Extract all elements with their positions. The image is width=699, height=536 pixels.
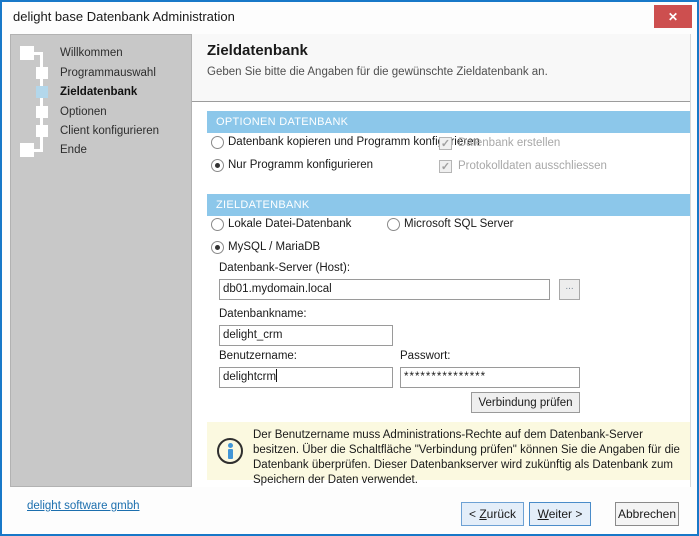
page-subtitle: Geben Sie bitte die Angaben für die gewü… <box>207 66 548 78</box>
host-input[interactable]: db01.mydomain.local <box>219 279 550 300</box>
step-marker-square <box>36 125 48 137</box>
checkbox-label-protokolldaten-ausschliessen: Protokolldaten ausschliessen <box>458 160 607 172</box>
next-button[interactable]: Weiter > <box>529 502 591 526</box>
step-marker-square-active <box>36 86 48 98</box>
info-text: Der Benutzername muss Administrations-Re… <box>253 428 683 488</box>
host-field-label: Datenbank-Server (Host): <box>219 262 350 274</box>
page-header: Zieldatenbank Geben Sie bitte die Angabe… <box>192 34 690 102</box>
checkbox-label-datenbank-erstellen: Datenbank erstellen <box>458 137 560 149</box>
page-title: Zieldatenbank <box>207 42 308 59</box>
step-marker-square <box>20 143 34 157</box>
checkbox-protokolldaten-ausschliessen <box>439 160 452 173</box>
step-marker-square <box>36 106 48 118</box>
close-button[interactable]: ✕ <box>654 5 692 28</box>
password-input[interactable]: *************** <box>400 367 580 388</box>
titlebar: delight base Datenbank Administration ✕ <box>2 2 697 32</box>
step-marker-square <box>20 46 34 60</box>
checkbox-datenbank-erstellen <box>439 137 452 150</box>
radio-label-nur-programm[interactable]: Nur Programm konfigurieren <box>228 159 373 171</box>
text-cursor <box>276 369 277 382</box>
radio-microsoft-sql-server[interactable] <box>387 218 400 231</box>
wizard-dialog: delight base Datenbank Administration ✕ … <box>0 0 699 536</box>
dbname-input[interactable]: delight_crm <box>219 325 393 346</box>
browse-button[interactable]: ... <box>559 279 580 300</box>
back-button[interactable]: < Zurück <box>461 502 524 526</box>
username-field-label: Benutzername: <box>219 350 297 362</box>
wizard-steps-sidebar: Willkommen Programmauswahl Zieldatenbank… <box>10 34 192 487</box>
check-connection-button[interactable]: Verbindung prüfen <box>471 392 580 413</box>
vendor-link[interactable]: delight software gmbh <box>27 500 140 512</box>
section-header-optionen-datenbank: OPTIONEN DATENBANK <box>207 111 690 133</box>
section-header-zieldatenbank: ZIELDATENBANK <box>207 194 690 216</box>
username-input[interactable]: delightcrm <box>219 367 393 388</box>
radio-mysql-mariadb[interactable] <box>211 241 224 254</box>
close-icon: ✕ <box>668 10 678 24</box>
password-field-label: Passwort: <box>400 350 451 362</box>
radio-label-lokale-datei-datenbank[interactable]: Lokale Datei-Datenbank <box>228 218 351 230</box>
info-box: Der Benutzername muss Administrations-Re… <box>207 422 690 480</box>
info-icon <box>217 438 243 464</box>
radio-label-microsoft-sql-server[interactable]: Microsoft SQL Server <box>404 218 514 230</box>
window-title: delight base Datenbank Administration <box>13 9 235 24</box>
cancel-button[interactable]: Abbrechen <box>615 502 679 526</box>
radio-datenbank-kopieren[interactable] <box>211 136 224 149</box>
radio-nur-programm[interactable] <box>211 159 224 172</box>
dbname-field-label: Datenbankname: <box>219 308 307 320</box>
radio-lokale-datei-datenbank[interactable] <box>211 218 224 231</box>
main-pane: Zieldatenbank Geben Sie bitte die Angabe… <box>192 34 691 487</box>
step-marker-square <box>36 67 48 79</box>
radio-label-mysql-mariadb[interactable]: MySQL / MariaDB <box>228 241 320 253</box>
